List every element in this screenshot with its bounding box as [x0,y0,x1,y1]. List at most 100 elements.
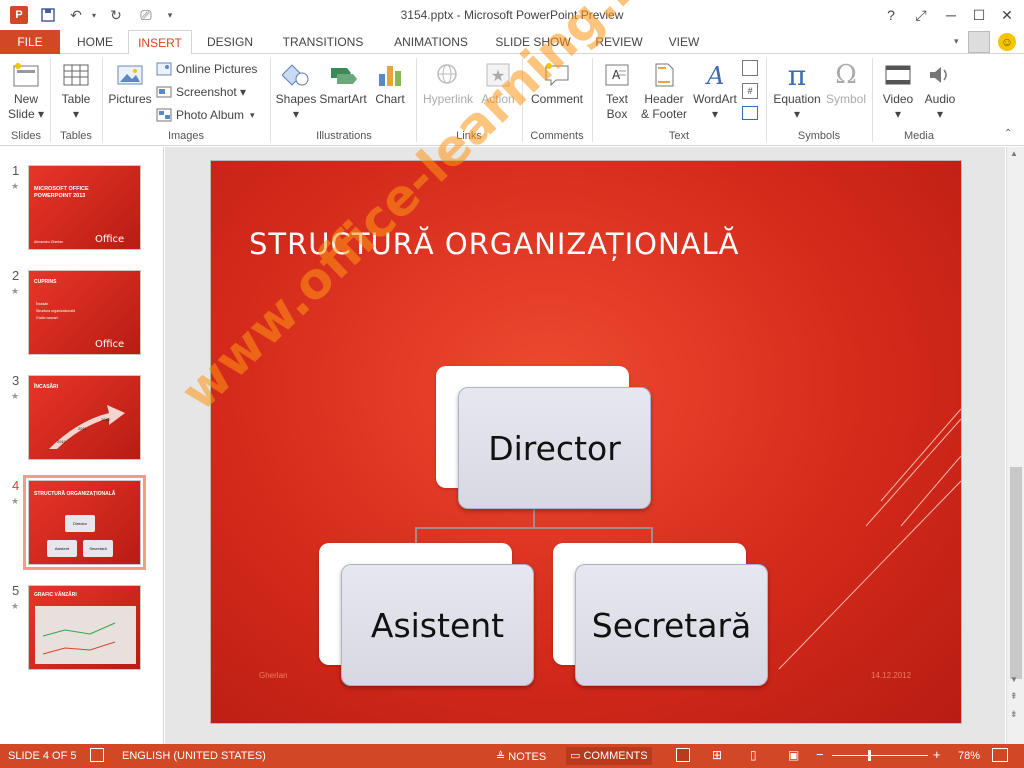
table-dropdown-icon: ▾ [72,107,80,121]
spelling-check-icon[interactable] [90,748,104,762]
avatar[interactable] [968,31,990,53]
slide-show-icon[interactable]: ▣ [788,748,799,762]
action-label: Action [481,92,515,106]
window-title: 3154.pptx - Microsoft PowerPoint Preview [400,8,624,22]
action-button[interactable]: ★ Action [478,60,518,107]
object-icon[interactable] [742,106,758,120]
tab-design[interactable]: DESIGN [196,30,264,54]
org-connector [415,527,653,529]
slide-thumbnail-3[interactable]: ÎNCASĂRI 2010 2011 2012 [28,375,141,460]
header-footer-icon [649,60,679,90]
zoom-out-button[interactable]: − [816,747,824,762]
comment-button[interactable]: Comment [526,60,588,107]
zoom-level[interactable]: 78% [958,750,980,762]
photo-album-label: Photo Album [176,108,245,122]
group-illustrations-label: Illustrations [316,130,372,142]
video-button[interactable]: Video ▾ [878,60,918,122]
ribbon-tabs: FILE HOME INSERT DESIGN TRANSITIONS ANIM… [0,30,1024,55]
star-icon: ★ [11,181,20,191]
slide-number-icon[interactable]: # [742,83,758,99]
screenshot-button[interactable]: Screenshot ▾ [156,82,246,102]
vertical-scrollbar[interactable]: ▲ ▼ ⇞ ⇟ [1006,147,1024,744]
close-button[interactable]: ✕ [996,4,1018,26]
tab-home[interactable]: HOME [64,30,126,54]
date-time-icon[interactable] [742,60,758,76]
new-slide-label-2: Slide ▾ [7,107,45,121]
ribbon-display-options-icon[interactable]: ⤢ [910,4,932,26]
minimize-button[interactable]: ─ [940,4,962,26]
slide-thumbnail-4[interactable]: STRUCTURĂ ORGANIZAȚIONALĂ Director Asist… [23,475,146,570]
header-footer-button[interactable]: Header & Footer [638,60,690,122]
slide-thumbnail-5[interactable]: GRAFIC VÂNZĂRI [28,585,141,670]
tab-slide-show[interactable]: SLIDE SHOW [486,30,580,54]
thumbnail-year: 2010 [57,439,66,444]
thumbnail-title: GRAFIC VÂNZĂRI [34,592,77,598]
org-box-director[interactable]: Director [458,387,651,509]
collapse-ribbon-icon[interactable]: ⌃ [1004,128,1012,139]
scroll-down-icon[interactable]: ▼ [1010,675,1018,684]
tab-insert[interactable]: INSERT [128,30,192,55]
thumbnail-chart [35,606,136,664]
scroll-up-icon[interactable]: ▲ [1010,149,1018,158]
thumbnail-bullet: Încasări [36,302,49,306]
shapes-button[interactable]: Shapes ▾ [276,60,316,122]
thumbnail-year: 2012 [101,417,110,422]
zoom-slider-track[interactable] [832,755,928,756]
photo-album-button[interactable]: Photo Album ▾ [156,105,255,125]
separator [50,58,51,142]
maximize-button[interactable]: ☐ [968,4,990,26]
language-indicator[interactable]: ENGLISH (UNITED STATES) [122,750,266,762]
new-slide-button[interactable]: New Slide ▾ [6,60,46,122]
action-star-icon: ★ [483,60,513,90]
star-icon: ★ [11,286,20,296]
normal-view-icon[interactable] [676,748,690,762]
notes-button[interactable]: ≜ NOTES [496,750,546,763]
group-tables-label: Tables [60,130,92,142]
online-pictures-button[interactable]: Online Pictures [156,59,257,79]
screenshot-label: Screenshot ▾ [176,85,247,99]
separator [102,58,103,142]
text-box-button[interactable]: A Text Box [598,60,636,122]
account-dropdown-icon[interactable]: ▾ [954,36,959,47]
current-slide[interactable]: STRUCTURĂ ORGANIZAȚIONALĂ Director Asist… [210,160,962,724]
thumbnail-title: CUPRINS [34,279,57,285]
tab-transitions[interactable]: TRANSITIONS [270,30,376,54]
text-box-label-2: Box [606,107,628,121]
audio-button[interactable]: Audio ▾ [920,60,960,122]
next-slide-icon[interactable]: ⇟ [1010,709,1018,720]
slide-thumbnail-1[interactable]: MICROSOFT OFFICE POWERPOINT 2013 Alexand… [28,165,141,250]
tab-file[interactable]: FILE [0,30,60,54]
symbol-button[interactable]: Ω Symbol [824,60,868,107]
org-box-asistent[interactable]: Asistent [341,564,534,686]
audio-speaker-icon [925,60,955,90]
thumbnail-author: Alexandru Gherlan [34,240,64,244]
smiley-feedback-icon[interactable]: ☺ [998,33,1016,51]
comments-button[interactable]: ▭ COMMENTS [566,747,652,765]
previous-slide-icon[interactable]: ⇞ [1010,691,1018,702]
tab-view[interactable]: VIEW [658,30,710,54]
fit-slide-icon[interactable] [992,748,1008,762]
hyperlink-button[interactable]: Hyperlink [420,60,476,107]
tab-animations[interactable]: ANIMATIONS [382,30,480,54]
pictures-button[interactable]: Pictures [106,60,154,107]
thumbnail-title: ÎNCASĂRI [34,384,59,390]
status-bar: SLIDE 4 OF 5 ENGLISH (UNITED STATES) ≜ N… [0,744,1024,768]
table-button[interactable]: Table ▾ [56,60,96,122]
slide-sorter-icon[interactable]: ⊞ [712,748,722,762]
help-button[interactable]: ? [880,4,902,26]
wordart-button[interactable]: A WordArt ▾ [692,60,738,122]
zoom-slider-thumb[interactable] [868,750,871,761]
chart-button[interactable]: Chart [370,60,410,107]
separator [872,58,873,142]
reading-view-icon[interactable]: ▯ [750,748,757,762]
slide-title[interactable]: STRUCTURĂ ORGANIZAȚIONALĂ [249,227,740,261]
tab-review[interactable]: REVIEW [586,30,652,54]
slide-thumbnail-2[interactable]: CUPRINS Încasări Structura organizaționa… [28,270,141,355]
equation-button[interactable]: π Equation ▾ [770,60,824,122]
zoom-in-button[interactable]: + [933,747,941,762]
audio-label: Audio [924,92,956,106]
org-box-secretara[interactable]: Secretară [575,564,768,686]
smartart-button[interactable]: SmartArt [318,60,368,107]
scroll-thumb[interactable] [1010,467,1022,679]
photo-album-dropdown-icon[interactable]: ▾ [250,110,255,121]
